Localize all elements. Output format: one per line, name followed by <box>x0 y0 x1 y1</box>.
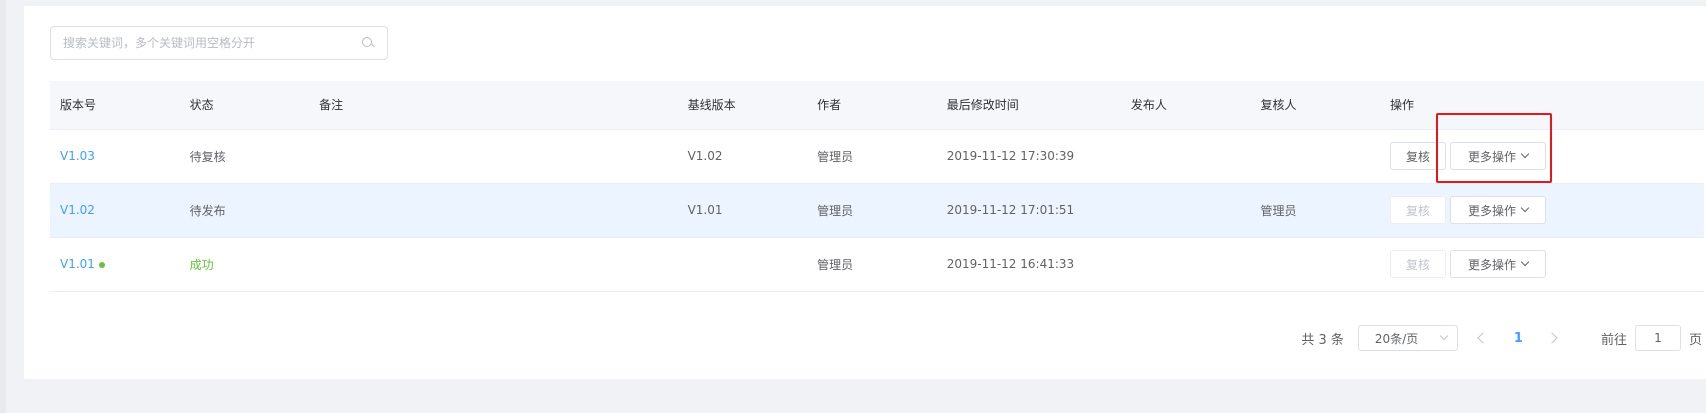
table-header-row: 版本号 状态 备注 基线版本 作者 最后修改时间 发布人 复核人 操作 <box>50 81 1704 130</box>
search-input[interactable] <box>63 36 361 50</box>
modified-time-cell: 2019-11-12 16:41:33 <box>936 237 1121 292</box>
table-row: V1.02 待发布 V1.01 管理员 2019-11-12 17:01:51 … <box>50 183 1704 238</box>
base-version-cell <box>677 237 808 292</box>
modified-time-cell: 2019-11-12 17:01:51 <box>936 183 1121 238</box>
note-cell <box>309 129 678 184</box>
more-actions-dropdown[interactable]: 更多操作 <box>1450 142 1547 170</box>
page-suffix-label: 页 <box>1688 332 1702 348</box>
next-page-icon[interactable] <box>1545 328 1565 348</box>
more-actions-label: 更多操作 <box>1468 257 1517 272</box>
author-cell: 管理员 <box>807 183 937 238</box>
header-version: 版本号 <box>50 81 180 130</box>
header-note: 备注 <box>309 81 678 130</box>
chevron-down-icon <box>1520 203 1530 213</box>
modified-time-cell: 2019-11-12 17:30:39 <box>936 129 1121 184</box>
publisher-cell <box>1120 129 1251 184</box>
left-edge-strip <box>0 0 6 413</box>
page-size-value: 20条/页 <box>1374 331 1419 346</box>
publisher-cell <box>1120 237 1251 292</box>
version-link[interactable]: V1.03 <box>60 149 95 163</box>
status-cell: 待发布 <box>179 183 310 238</box>
review-button[interactable]: 复核 <box>1390 142 1447 170</box>
goto-label: 前往 <box>1600 332 1627 348</box>
more-actions-label: 更多操作 <box>1468 149 1517 164</box>
version-table: 版本号 状态 备注 基线版本 作者 最后修改时间 发布人 复核人 操作 V1.0… <box>50 81 1704 292</box>
header-publisher: 发布人 <box>1120 81 1251 130</box>
actions-cell: 复核 更多操作 <box>1380 237 1704 292</box>
current-page-number[interactable]: 1 <box>1514 331 1523 346</box>
author-cell: 管理员 <box>807 129 937 184</box>
status-cell: 待复核 <box>179 129 310 184</box>
actions-cell: 复核 更多操作 <box>1380 129 1704 184</box>
publisher-cell <box>1120 183 1251 238</box>
header-reviewer: 复核人 <box>1250 81 1381 130</box>
author-cell: 管理员 <box>807 237 937 292</box>
page-size-select[interactable]: 20条/页 <box>1357 325 1458 351</box>
search-box[interactable] <box>50 26 388 60</box>
note-cell <box>309 237 678 292</box>
version-link[interactable]: V1.01 <box>60 257 95 271</box>
pagination: 共 3 条 20条/页 1 前往 页 <box>1301 324 1702 352</box>
review-button: 复核 <box>1390 250 1447 278</box>
header-base-version: 基线版本 <box>677 81 808 130</box>
total-count: 共 3 条 <box>1301 332 1344 348</box>
more-actions-dropdown[interactable]: 更多操作 <box>1450 250 1547 278</box>
reviewer-cell: 管理员 <box>1250 183 1381 238</box>
base-version-cell: V1.01 <box>677 183 808 238</box>
more-actions-label: 更多操作 <box>1468 203 1517 218</box>
success-dot-icon <box>98 261 105 268</box>
table-row: V1.03 待复核 V1.02 管理员 2019-11-12 17:30:39 … <box>50 129 1704 184</box>
actions-cell: 复核 更多操作 <box>1380 183 1704 238</box>
version-list-card: 版本号 状态 备注 基线版本 作者 最后修改时间 发布人 复核人 操作 V1.0… <box>24 6 1706 379</box>
header-status: 状态 <box>179 81 310 130</box>
reviewer-cell <box>1250 237 1381 292</box>
chevron-down-icon <box>1439 331 1449 341</box>
more-actions-dropdown[interactable]: 更多操作 <box>1450 196 1547 224</box>
version-link[interactable]: V1.02 <box>60 203 95 217</box>
table-row: V1.01 成功 管理员 2019-11-12 16:41:33 复核 更多操作 <box>50 237 1704 292</box>
chevron-down-icon <box>1520 257 1530 267</box>
search-icon[interactable] <box>361 36 375 50</box>
base-version-cell: V1.02 <box>677 129 808 184</box>
review-button: 复核 <box>1390 196 1447 224</box>
goto-page-input[interactable] <box>1634 325 1681 351</box>
header-author: 作者 <box>807 81 937 130</box>
header-modified-time: 最后修改时间 <box>936 81 1121 130</box>
header-actions: 操作 <box>1380 81 1704 130</box>
prev-page-icon[interactable] <box>1472 328 1492 348</box>
note-cell <box>309 183 678 238</box>
reviewer-cell <box>1250 129 1381 184</box>
status-cell: 成功 <box>189 257 214 272</box>
chevron-down-icon <box>1520 149 1530 159</box>
